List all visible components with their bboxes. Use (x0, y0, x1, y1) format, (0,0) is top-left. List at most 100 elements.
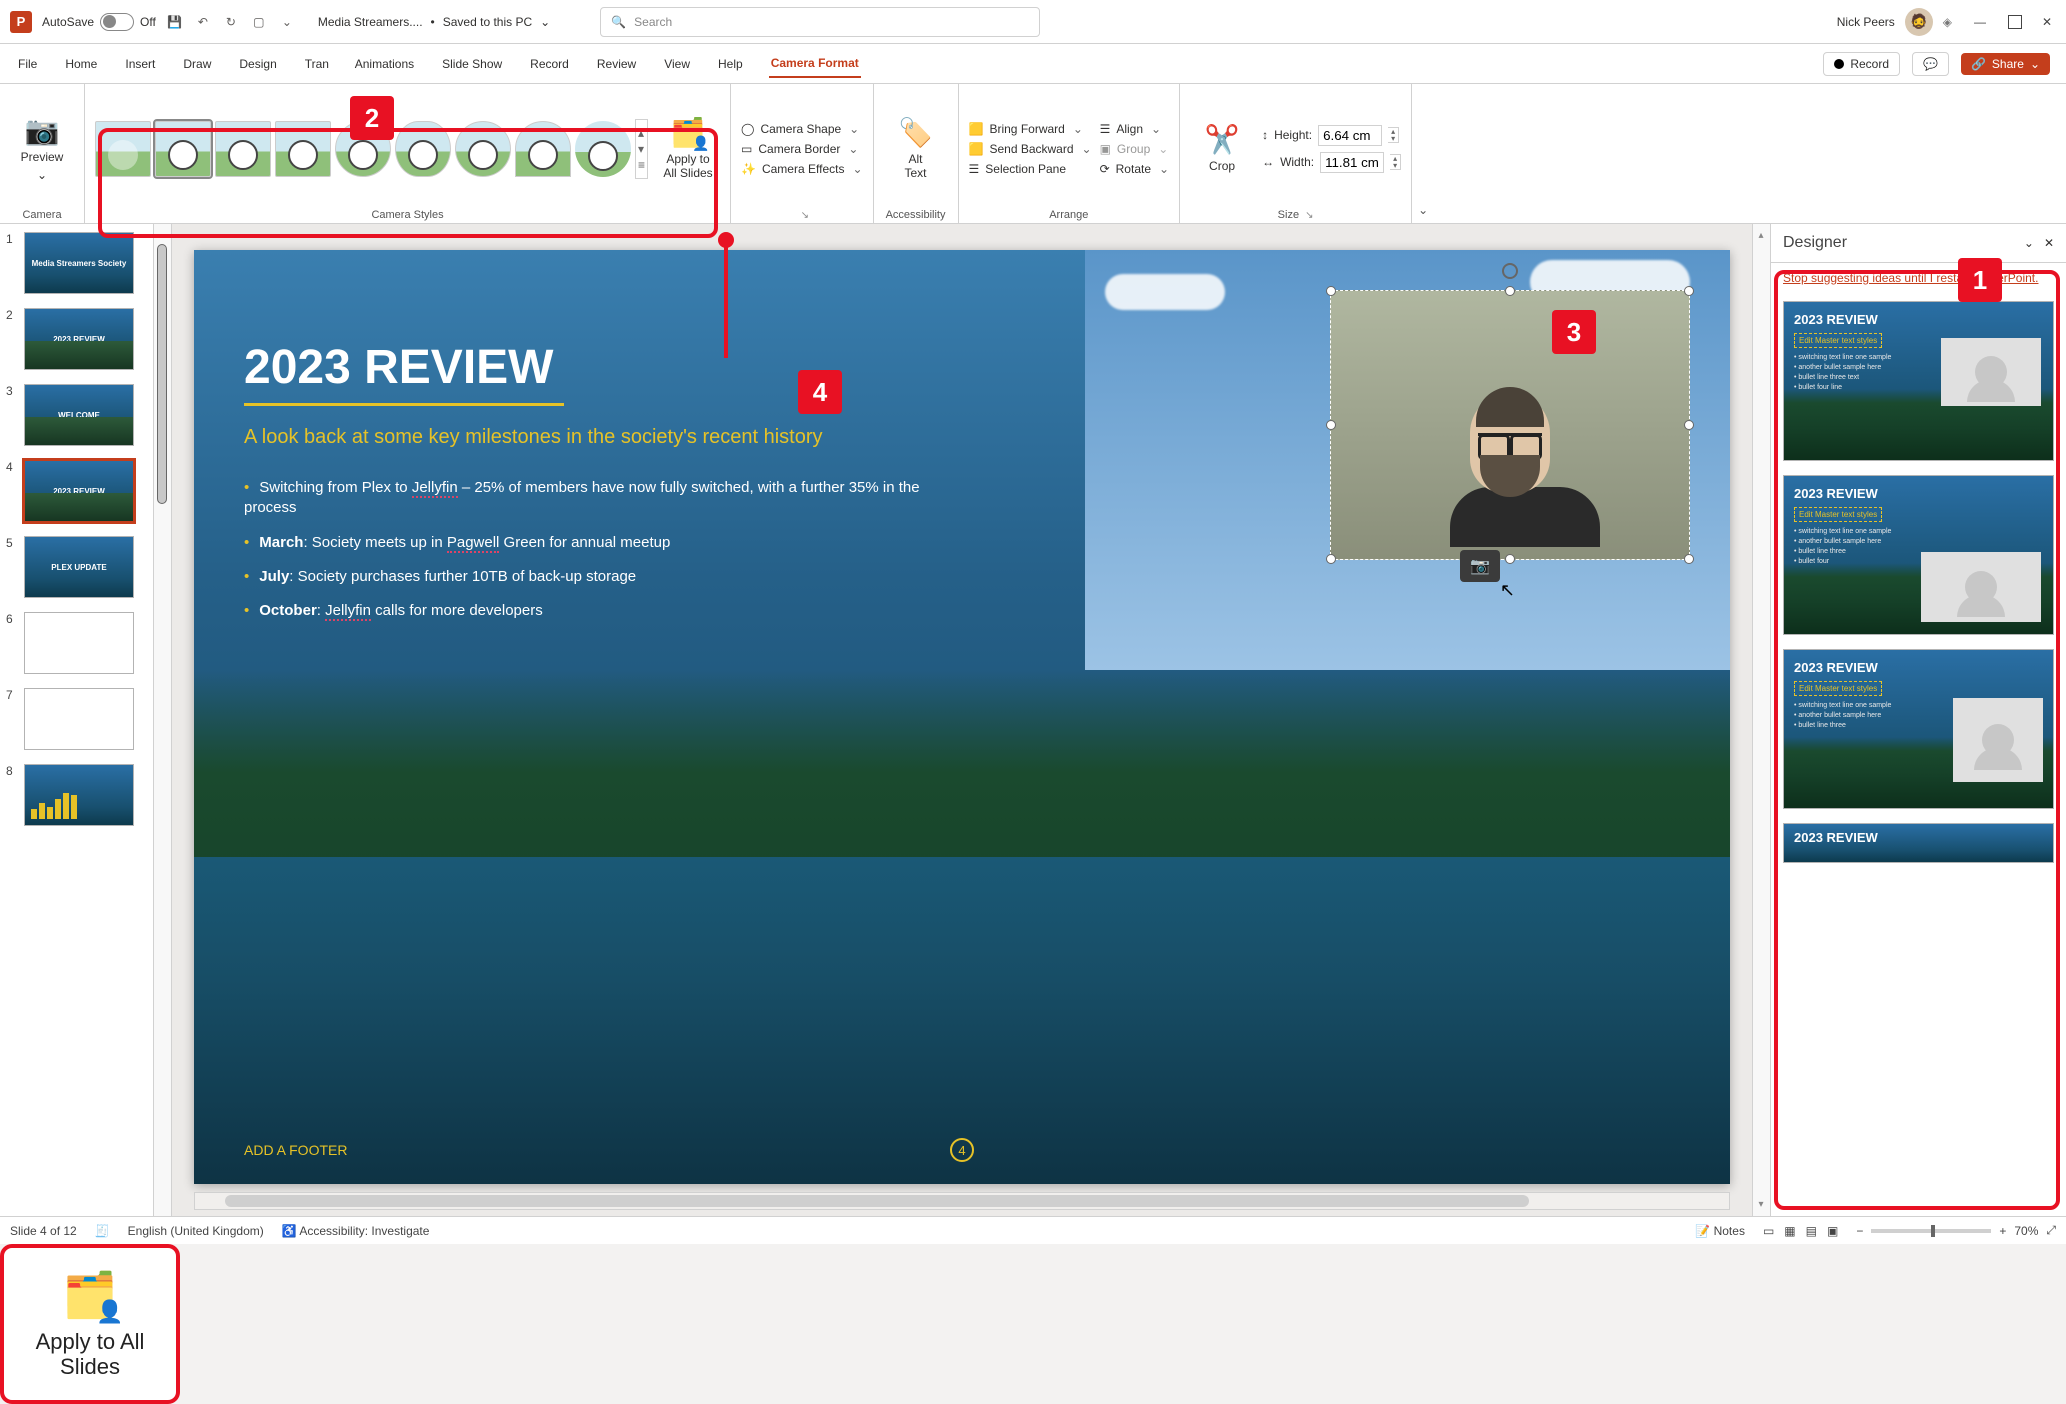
close-button[interactable]: ✕ (2042, 15, 2056, 29)
present-from-start-icon[interactable]: ▢ (250, 13, 268, 31)
reading-view-icon[interactable]: ▤ (1806, 1224, 1817, 1238)
tab-animations[interactable]: Animations (353, 51, 416, 77)
tab-record[interactable]: Record (528, 51, 571, 77)
apply-to-all-slides-button[interactable]: 🗂️👤 Apply to All Slides (656, 117, 720, 181)
cameo-object[interactable] (1330, 290, 1690, 560)
camera-style-8[interactable] (515, 121, 571, 177)
editor-vertical-scrollbar[interactable]: ▴ ▾ (1752, 224, 1770, 1216)
slide-thumb-8[interactable] (24, 764, 134, 826)
group-button[interactable]: ▣Group⌄ (1100, 142, 1169, 156)
tab-review[interactable]: Review (595, 51, 638, 77)
resize-handle[interactable] (1684, 420, 1694, 430)
maximize-button[interactable] (2008, 15, 2022, 29)
tab-home[interactable]: Home (63, 51, 99, 77)
camera-style-3[interactable] (215, 121, 271, 177)
slide-thumb-7[interactable] (24, 688, 134, 750)
height-control[interactable]: ↕ Height: ▴▾ (1262, 125, 1401, 146)
tab-camera-format[interactable]: Camera Format (769, 50, 861, 78)
resize-handle[interactable] (1684, 554, 1694, 564)
resize-handle[interactable] (1326, 286, 1336, 296)
redo-icon[interactable]: ↻ (222, 13, 240, 31)
cameo-floating-toolbar[interactable]: 📷 (1460, 550, 1500, 582)
slide-canvas[interactable]: 2023 REVIEW A look back at some key mile… (194, 250, 1730, 1184)
minimize-button[interactable]: — (1974, 15, 1988, 29)
rotate-button[interactable]: ⟳Rotate⌄ (1100, 162, 1169, 176)
dialog-launcher-icon[interactable]: ↘ (1305, 210, 1313, 221)
slide-thumb-2[interactable]: 2023 REVIEW (24, 308, 134, 370)
send-backward-button[interactable]: 🟨Send Backward⌄ (969, 142, 1092, 156)
rotate-handle-icon[interactable] (1502, 263, 1518, 279)
camera-style-4[interactable] (275, 121, 331, 177)
normal-view-icon[interactable]: ▭ (1763, 1224, 1774, 1238)
accessibility-status[interactable]: ♿ Accessibility: Investigate (282, 1224, 430, 1238)
camera-style-2[interactable] (155, 121, 211, 177)
crop-button[interactable]: ✂️ Crop (1190, 124, 1254, 174)
resize-handle[interactable] (1505, 286, 1515, 296)
chevron-down-icon[interactable]: ⌄ (2024, 236, 2034, 250)
tab-transitions[interactable]: Transitions (303, 51, 329, 77)
diamond-premium-icon[interactable]: ◈ (1943, 15, 1952, 29)
qat-customize-icon[interactable]: ⌄ (278, 13, 296, 31)
tab-file[interactable]: File (16, 51, 39, 77)
chevron-down-icon[interactable]: ⌄ (540, 15, 550, 29)
tab-view[interactable]: View (662, 51, 692, 77)
resize-handle[interactable] (1326, 420, 1336, 430)
tab-slideshow[interactable]: Slide Show (440, 51, 504, 77)
file-name-block[interactable]: Media Streamers.... • Saved to this PC ⌄ (318, 15, 550, 29)
slide-footer[interactable]: ADD A FOOTER (244, 1142, 347, 1158)
collapse-ribbon-button[interactable]: ⌄ (1412, 84, 1434, 223)
slide-thumb-3[interactable]: WELCOME (24, 384, 134, 446)
tab-help[interactable]: Help (716, 51, 745, 77)
thumb-scrollbar[interactable] (154, 224, 172, 1216)
camera-style-6[interactable] (395, 121, 451, 177)
slide-thumb-6[interactable] (24, 612, 134, 674)
width-control[interactable]: ↔ Width: ▴▾ (1262, 152, 1401, 173)
close-icon[interactable]: ✕ (2044, 236, 2054, 250)
zoom-out-icon[interactable]: − (1856, 1224, 1863, 1238)
alt-text-button[interactable]: 🏷️ Alt Text (884, 117, 948, 181)
camera-shape-button[interactable]: ◯Camera Shape⌄ (741, 122, 863, 136)
camera-border-button[interactable]: ▭Camera Border⌄ (741, 142, 863, 156)
zoom-level[interactable]: 70% (2014, 1224, 2038, 1238)
language-status[interactable]: English (United Kingdom) (128, 1224, 264, 1238)
search-input[interactable]: 🔍 Search (600, 7, 1040, 37)
slideshow-view-icon[interactable]: ▣ (1827, 1224, 1838, 1238)
resize-handle[interactable] (1684, 286, 1694, 296)
spell-check-icon[interactable]: 🧾 (95, 1224, 110, 1238)
design-idea-2[interactable]: 2023 REVIEW Edit Master text styles • sw… (1783, 475, 2054, 635)
zoom-in-icon[interactable]: + (1999, 1224, 2006, 1238)
slide-thumb-4[interactable]: 2023 REVIEW (24, 460, 134, 522)
align-button[interactable]: ☰Align⌄ (1100, 122, 1169, 136)
dialog-launcher-icon[interactable]: ↘ (801, 210, 809, 221)
notes-button[interactable]: 📝 Notes (1695, 1224, 1745, 1238)
camera-style-7[interactable] (455, 121, 511, 177)
preview-button[interactable]: 📷 Preview ⌄ (10, 115, 74, 183)
slide-thumb-5[interactable]: PLEX UPDATE (24, 536, 134, 598)
autosave-toggle[interactable]: AutoSave Off (42, 13, 156, 31)
camera-style-9[interactable] (575, 121, 631, 177)
gallery-more-icon[interactable]: ▴▾≡ (635, 119, 648, 179)
share-button[interactable]: 🔗 Share ⌄ (1961, 53, 2050, 75)
tab-insert[interactable]: Insert (123, 51, 157, 77)
slide-sorter-view-icon[interactable]: ▦ (1784, 1224, 1795, 1238)
height-input[interactable] (1318, 125, 1382, 146)
resize-handle[interactable] (1505, 554, 1515, 564)
account-block[interactable]: Nick Peers 🧔 ◈ (1837, 8, 1952, 36)
selection-pane-button[interactable]: ☰Selection Pane (969, 162, 1092, 176)
slide-text-block[interactable]: 2023 REVIEW A look back at some key mile… (244, 340, 962, 1124)
width-input[interactable] (1320, 152, 1384, 173)
slide-thumb-1[interactable]: Media Streamers Society (24, 232, 134, 294)
comments-button[interactable]: 💬 (1912, 52, 1949, 76)
fit-to-window-icon[interactable]: ⤢ (2046, 1223, 2056, 1238)
design-idea-1[interactable]: 2023 REVIEW Edit Master text styles • sw… (1783, 301, 2054, 461)
thumbnail-pane[interactable]: 1Media Streamers Society 22023 REVIEW 3W… (0, 224, 154, 1216)
camera-effects-button[interactable]: ✨Camera Effects⌄ (741, 162, 863, 176)
slide-counter[interactable]: Slide 4 of 12 (10, 1224, 77, 1238)
design-idea-3[interactable]: 2023 REVIEW Edit Master text styles • sw… (1783, 649, 2054, 809)
editor-horizontal-scrollbar[interactable] (194, 1192, 1730, 1210)
spin-stepper[interactable]: ▴▾ (1390, 154, 1401, 170)
design-idea-4[interactable]: 2023 REVIEW (1783, 823, 2054, 863)
zoom-slider[interactable] (1871, 1229, 1991, 1233)
user-avatar-icon[interactable]: 🧔 (1905, 8, 1933, 36)
bring-forward-button[interactable]: 🟨Bring Forward⌄ (969, 122, 1092, 136)
